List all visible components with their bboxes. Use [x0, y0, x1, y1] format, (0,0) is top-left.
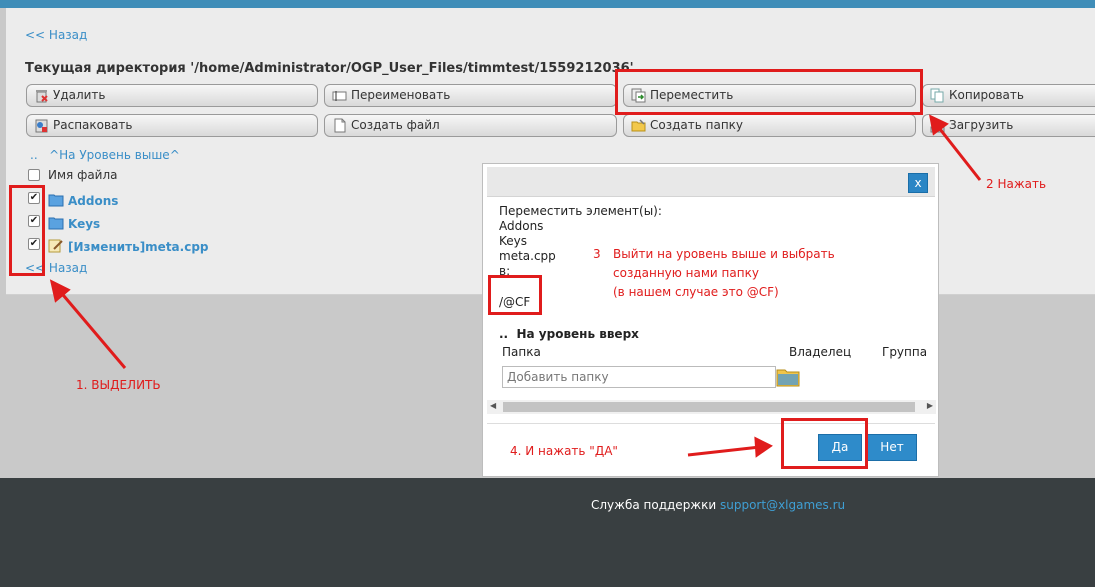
file-name: Keys	[68, 217, 101, 231]
filename-column-header: Имя файла	[48, 168, 118, 182]
select-all-checkbox[interactable]	[28, 169, 40, 181]
annotation-step3-number: 3	[593, 247, 601, 261]
upload-button[interactable]: Загрузить	[922, 114, 1095, 137]
file-name: Addons	[68, 194, 119, 208]
upload-label: Загрузить	[949, 118, 1014, 132]
highlight-destination	[488, 275, 542, 315]
dialog-titlebar: x	[487, 167, 935, 197]
scrollbar-thumb[interactable]	[503, 402, 915, 412]
file-row-addons[interactable]: Addons	[48, 193, 118, 208]
copy-label: Копировать	[949, 88, 1024, 102]
create-folder-label: Создать папку	[650, 118, 744, 132]
highlight-yes-button	[781, 418, 868, 469]
folder-column-header: Папка	[502, 345, 541, 359]
add-folder-input[interactable]	[502, 366, 776, 388]
support-info: Служба поддержки support@xlgames.ru	[591, 498, 845, 512]
trash-icon	[36, 90, 48, 103]
rename-label: Переименовать	[351, 88, 451, 102]
copy-button[interactable]: Копировать	[922, 84, 1095, 107]
move-label: Переместить элемент(ы):	[499, 204, 662, 218]
create-folder-button[interactable]: Создать папку	[623, 114, 916, 137]
no-button[interactable]: Нет	[867, 434, 917, 461]
add-folder-icon[interactable]	[776, 365, 800, 387]
unpack-button[interactable]: Распаковать	[26, 114, 318, 137]
unpack-icon	[35, 119, 48, 133]
parent-directory-link[interactable]: .. ^На Уровень выше^	[30, 148, 180, 162]
file-row-meta[interactable]: [Изменить]meta.cpp	[48, 239, 209, 254]
scroll-left-icon[interactable]: ◀	[490, 401, 496, 410]
new-file-icon	[334, 118, 346, 133]
new-folder-icon	[631, 119, 646, 132]
current-directory: Текущая директория '/home/Administrator/…	[25, 61, 634, 76]
owner-column-header: Владелец	[789, 345, 852, 359]
upload-icon	[930, 118, 945, 133]
create-file-button[interactable]: Создать файл	[324, 114, 617, 137]
scroll-right-icon[interactable]: ▶	[927, 401, 933, 410]
top-bar	[0, 0, 1095, 8]
horizontal-scrollbar[interactable]: ◀ ▶	[487, 400, 936, 414]
file-name: [Изменить]meta.cpp	[68, 240, 209, 254]
move-dialog: x Переместить элемент(ы): Addons Keys meta.…	[482, 163, 939, 477]
back-link-top[interactable]: << Назад	[25, 28, 87, 42]
group-column-header: Группа	[882, 345, 928, 359]
create-file-label: Создать файл	[351, 118, 440, 132]
rename-icon	[332, 91, 347, 101]
annotation-step3-line2: созданную нами папку	[613, 266, 759, 280]
arrow-1	[56, 288, 127, 369]
up-level-link[interactable]: .. На уровень вверх	[499, 327, 639, 341]
close-icon[interactable]: x	[908, 173, 928, 193]
copy-icon	[930, 88, 944, 103]
highlight-checkboxes	[9, 185, 45, 276]
move-item: Addons	[499, 219, 544, 233]
footer	[0, 478, 1095, 587]
folder-icon	[48, 217, 64, 230]
unpack-label: Распаковать	[53, 118, 133, 132]
support-email-link[interactable]: support@xlgames.ru	[720, 498, 845, 512]
edit-file-icon	[48, 239, 63, 253]
annotation-step1: 1. ВЫДЕЛИТЬ	[76, 378, 161, 392]
rename-button[interactable]: Переименовать	[324, 84, 617, 107]
folder-icon	[48, 194, 64, 207]
file-row-keys[interactable]: Keys	[48, 216, 100, 231]
annotation-step2: 2 Нажать	[986, 177, 1047, 191]
annotation-step3-line3: (в нашем случае это @CF)	[613, 285, 779, 299]
annotation-step3-line1: Выйти на уровень выше и выбрать	[613, 247, 835, 261]
support-label: Служба поддержки	[591, 498, 717, 512]
delete-button[interactable]: Удалить	[26, 84, 318, 107]
highlight-move-button	[615, 69, 923, 115]
annotation-step4: 4. И нажать "ДА"	[510, 444, 618, 458]
delete-label: Удалить	[53, 88, 106, 102]
